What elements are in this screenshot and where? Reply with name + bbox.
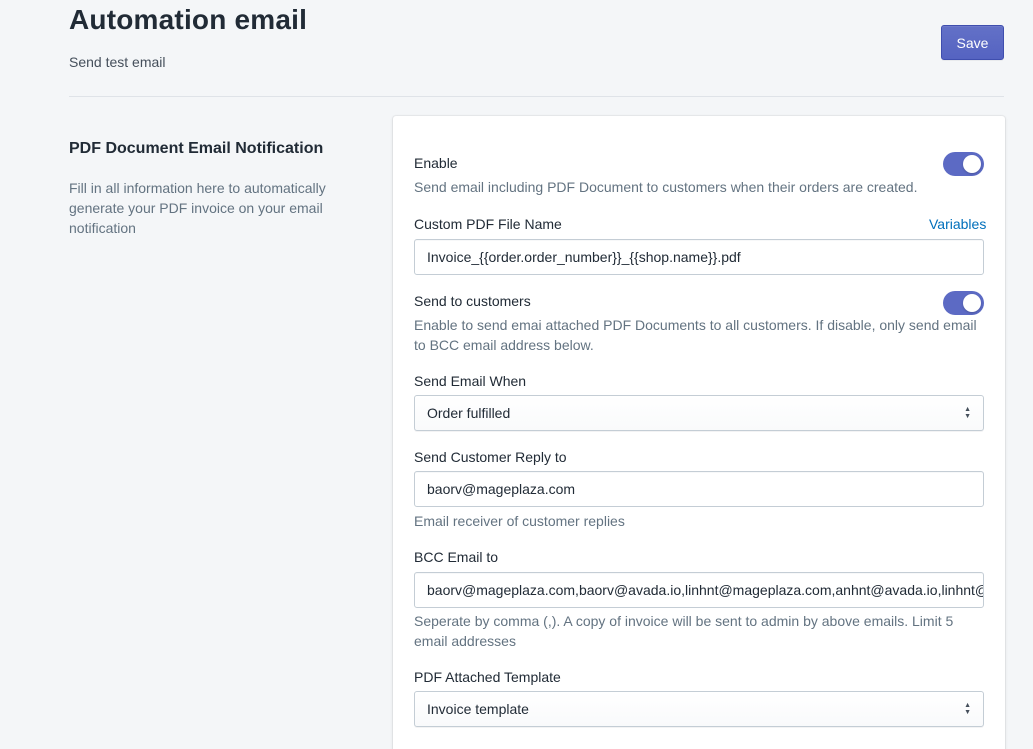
toggle-knob: [963, 294, 981, 312]
reply-to-label: Send Customer Reply to: [414, 449, 567, 465]
bcc-input[interactable]: baorv@mageplaza.com,baorv@avada.io,linhn…: [414, 572, 984, 608]
reply-to-input[interactable]: baorv@mageplaza.com: [414, 471, 984, 507]
enable-label: Enable: [414, 155, 458, 171]
send-when-select[interactable]: Order fulfilled ▲ ▼: [414, 395, 984, 431]
send-to-customers-label: Send to customers: [414, 293, 531, 309]
file-name-input[interactable]: Invoice_{{order.order_number}}_{{shop.na…: [414, 239, 984, 275]
select-caret-icon: ▲ ▼: [964, 406, 971, 420]
page: Automation email Send test email Save PD…: [0, 0, 1033, 749]
send-when-value: Order fulfilled: [427, 405, 511, 421]
enable-toggle[interactable]: [943, 152, 984, 176]
section-description: Fill in all information here to automati…: [69, 180, 326, 236]
file-name-label: Custom PDF File Name: [414, 216, 562, 232]
send-test-email-link[interactable]: Send test email: [69, 54, 166, 70]
section-title: PDF Document Email Notification: [69, 140, 324, 157]
send-when-label: Send Email When: [414, 373, 527, 389]
toggle-knob: [963, 155, 981, 173]
page-title: Automation email: [69, 4, 308, 35]
send-to-customers-help-text: Enable to send emai attached PDF Documen…: [414, 317, 977, 353]
reply-to-help-text: Email receiver of customer replies: [414, 513, 625, 529]
bcc-help-text: Seperate by comma (,). A copy of invoice…: [414, 613, 954, 649]
template-select[interactable]: Invoice template ▲ ▼: [414, 691, 984, 727]
bcc-label: BCC Email to: [414, 549, 499, 565]
header-divider: [69, 96, 1004, 97]
template-value: Invoice template: [427, 701, 529, 717]
enable-help-text: Send email including PDF Document to cus…: [414, 179, 918, 195]
select-caret-icon: ▲ ▼: [964, 702, 971, 716]
send-to-customers-toggle[interactable]: [943, 291, 984, 315]
template-label: PDF Attached Template: [414, 669, 561, 685]
variables-link[interactable]: Variables: [929, 216, 986, 232]
settings-card: [393, 116, 1005, 749]
save-button[interactable]: Save: [941, 25, 1004, 60]
